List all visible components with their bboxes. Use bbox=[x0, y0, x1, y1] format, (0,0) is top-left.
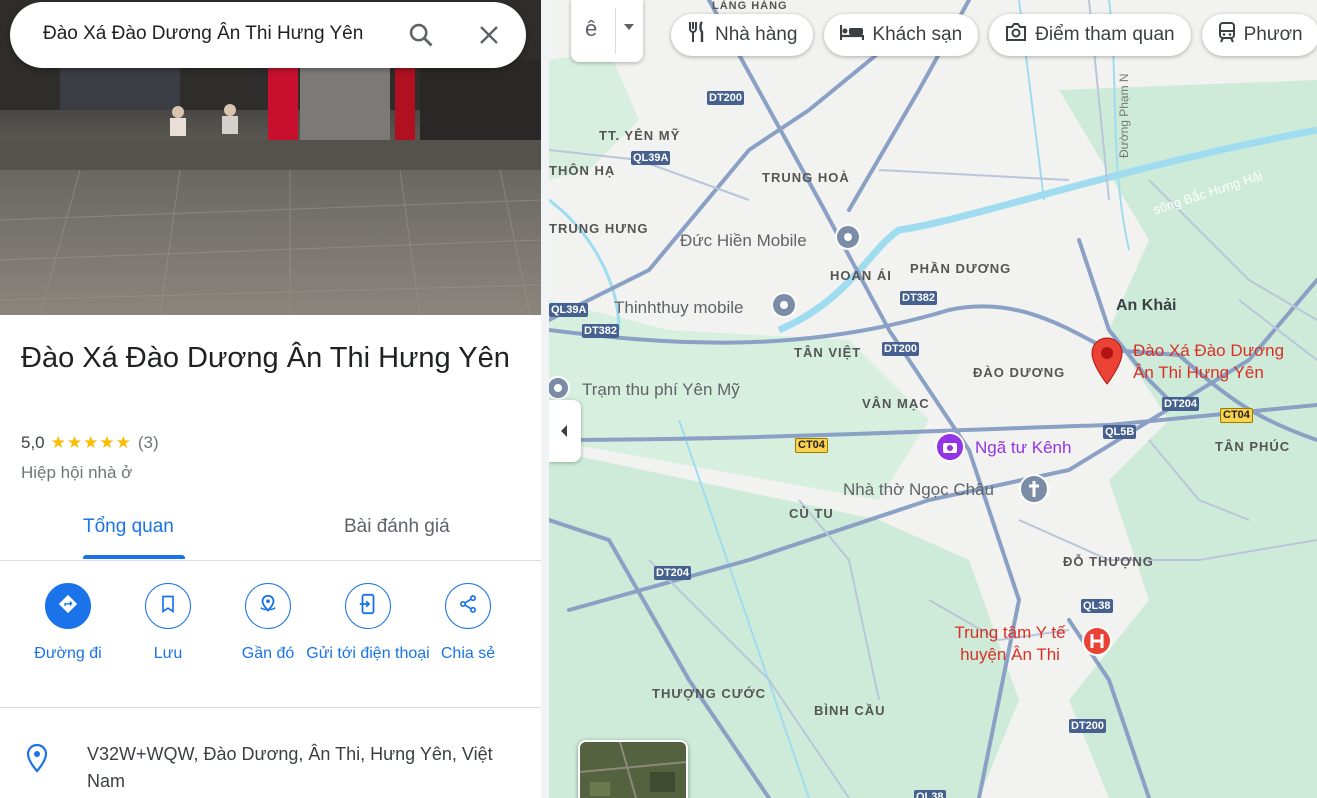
selected-place-label[interactable]: Đào Xá Đào Dương Ân Thi Hưng Yên bbox=[1133, 340, 1284, 384]
chip-label: Khách sạn bbox=[872, 24, 963, 45]
share-button[interactable]: Chia sẻ bbox=[403, 583, 533, 667]
search-icon[interactable] bbox=[407, 21, 435, 54]
hotel-icon bbox=[840, 23, 872, 47]
layer-menu-button[interactable]: ê bbox=[571, 0, 643, 62]
active-tab-indicator bbox=[83, 555, 185, 559]
road-label: DT382 bbox=[582, 324, 620, 338]
poi-label[interactable]: Nhà thờ Ngọc Châu bbox=[843, 480, 994, 500]
road-label: QL39A bbox=[549, 303, 589, 317]
poi-label[interactable]: Trạm thu phí Yên Mỹ bbox=[582, 380, 740, 400]
layer-glyph: ê bbox=[585, 16, 598, 41]
road-label: DT200 bbox=[1069, 719, 1107, 733]
send-to-phone-icon bbox=[357, 593, 379, 620]
separator bbox=[615, 8, 616, 54]
divider bbox=[0, 707, 541, 708]
collapse-panel-button[interactable] bbox=[549, 400, 581, 462]
road-label: QL38 bbox=[914, 790, 946, 798]
poi-label[interactable]: Ngã tư Kênh bbox=[975, 438, 1071, 458]
restaurant-icon bbox=[687, 21, 715, 49]
chip-label: Điểm tham quan bbox=[1035, 24, 1175, 45]
map-canvas[interactable]: DT200 QL39A QL39A DT382 DT382 DT200 DT20… bbox=[549, 0, 1317, 798]
place-panel: Đào Xá Đào Dương Ân Thi Hưng Yên Đào Xá … bbox=[0, 0, 541, 798]
directions-icon bbox=[57, 593, 79, 620]
road-label: QL38 bbox=[1081, 599, 1113, 613]
rating-stars: ★★★★★ bbox=[50, 433, 132, 452]
rating: 5,0 ★★★★★ (3) bbox=[21, 433, 159, 453]
search-input[interactable]: Đào Xá Đào Dương Ân Thi Hưng Yên bbox=[43, 23, 363, 45]
place-label: TÂN PHÚC bbox=[1215, 439, 1291, 454]
street-label: Đường Phạm N bbox=[1117, 73, 1131, 158]
hospital-line: Trung tâm Y tế bbox=[954, 623, 1066, 642]
tab-overview[interactable]: Tổng quan bbox=[83, 516, 174, 538]
place-category[interactable]: Hiệp hội nhà ở bbox=[21, 463, 132, 483]
place-label: LÀNG HÀNG bbox=[712, 0, 788, 12]
place-label: TÂN VIỆT bbox=[794, 345, 862, 360]
place-label: CÙ TU bbox=[789, 506, 834, 521]
chip-transit[interactable]: Phươn bbox=[1201, 14, 1317, 56]
road-label: CT04 bbox=[795, 438, 828, 453]
place-label: VÂN MẠC bbox=[862, 396, 930, 411]
divider bbox=[0, 560, 541, 561]
road-label: DT204 bbox=[1162, 397, 1200, 411]
selected-place-line: Ân Thi Hưng Yên bbox=[1133, 363, 1264, 382]
place-label: An Khải bbox=[1116, 297, 1177, 314]
hospital-label[interactable]: Trung tâm Y tế huyện Ân Thi bbox=[947, 622, 1073, 666]
category-chips: Nhà hàng Khách sạn Điểm tham quan Phươn bbox=[671, 14, 1317, 56]
tab-reviews[interactable]: Bài đánh giá bbox=[344, 516, 450, 538]
review-count[interactable]: (3) bbox=[138, 433, 159, 452]
share-label: Chia sẻ bbox=[440, 645, 496, 662]
road-label: CT04 bbox=[1220, 408, 1253, 423]
chip-restaurants[interactable]: Nhà hàng bbox=[671, 14, 814, 56]
close-icon[interactable] bbox=[477, 23, 501, 52]
place-label: ĐỖ THƯỢNG bbox=[1063, 554, 1154, 569]
poi-label[interactable]: Thinhthuy mobile bbox=[614, 298, 743, 318]
chip-attractions[interactable]: Điểm tham quan bbox=[989, 14, 1191, 56]
place-label: ĐÀO DƯƠNG bbox=[973, 365, 1066, 380]
location-pin-icon bbox=[25, 743, 49, 778]
chip-hotels[interactable]: Khách sạn bbox=[824, 14, 979, 56]
road-label: QL39A bbox=[631, 151, 671, 165]
panel-scrollbar[interactable] bbox=[541, 0, 549, 798]
road-label: DT382 bbox=[900, 291, 938, 305]
place-label: BÌNH CẦU bbox=[814, 703, 886, 718]
camera-icon bbox=[1005, 22, 1035, 48]
place-label: THÔN HẠ bbox=[549, 163, 616, 178]
satellite-layer-thumbnail[interactable] bbox=[578, 740, 688, 798]
place-label: HOAN ÁI bbox=[830, 268, 892, 283]
hospital-line: huyện Ân Thi bbox=[960, 645, 1060, 664]
place-title: Đào Xá Đào Dương Ân Thi Hưng Yên bbox=[21, 342, 510, 374]
road-label: QL5B bbox=[1103, 425, 1137, 439]
bookmark-icon bbox=[158, 594, 178, 619]
place-label: TRUNG HƯNG bbox=[549, 221, 649, 236]
place-label: PHẦN DƯƠNG bbox=[910, 261, 1012, 276]
road-label: DT204 bbox=[654, 566, 692, 580]
place-label: TT. YÊN MỸ bbox=[599, 128, 681, 143]
nearby-icon bbox=[257, 593, 279, 620]
selected-place-line: Đào Xá Đào Dương bbox=[1133, 341, 1285, 360]
poi-label[interactable]: Đức Hiền Mobile bbox=[680, 231, 807, 251]
road-label: DT200 bbox=[707, 91, 745, 105]
chip-label: Nhà hàng bbox=[715, 24, 798, 45]
place-label: TRUNG HOÀ bbox=[762, 170, 850, 185]
search-box: Đào Xá Đào Dương Ân Thi Hưng Yên bbox=[10, 2, 526, 68]
rating-value: 5,0 bbox=[21, 433, 45, 452]
place-label: THƯỢNG CƯỚC bbox=[652, 686, 766, 701]
road-label: DT200 bbox=[882, 342, 920, 356]
address[interactable]: V32W+WQW, Đào Dương, Ân Thi, Hưng Yên, V… bbox=[87, 741, 507, 795]
chip-label: Phươn bbox=[1243, 24, 1303, 45]
share-icon bbox=[458, 594, 478, 619]
transit-icon bbox=[1218, 21, 1244, 49]
